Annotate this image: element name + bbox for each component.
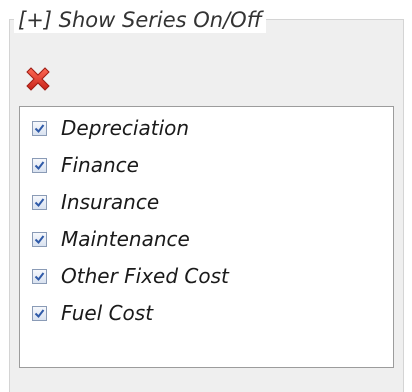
checkmark-icon — [34, 123, 45, 133]
series-checkbox-fuel-cost[interactable] — [32, 305, 47, 321]
checkmark-icon — [34, 160, 45, 170]
series-label: Fuel Cost — [61, 301, 154, 325]
series-label: Other Fixed Cost — [61, 264, 229, 288]
series-item-insurance[interactable]: Insurance — [32, 189, 159, 215]
series-item-fuel-cost[interactable]: Fuel Cost — [32, 300, 153, 326]
clear-all-button[interactable] — [23, 64, 53, 94]
series-label: Depreciation — [61, 116, 190, 140]
checkmark-icon — [34, 271, 45, 281]
series-checkbox-other-fixed-cost[interactable] — [32, 268, 47, 284]
series-checkbox-insurance[interactable] — [32, 194, 47, 210]
series-item-finance[interactable]: Finance — [32, 152, 139, 178]
series-label: Finance — [61, 153, 139, 177]
series-label: Maintenance — [61, 227, 190, 251]
panel-legend-toggle[interactable]: [+] Show Series On/Off — [14, 7, 266, 33]
series-list: Depreciation Finance Insurance Maintenan… — [19, 106, 394, 368]
series-item-maintenance[interactable]: Maintenance — [32, 226, 190, 252]
checkmark-icon — [34, 308, 45, 318]
series-checkbox-maintenance[interactable] — [32, 231, 47, 247]
series-checkbox-finance[interactable] — [32, 157, 47, 173]
series-item-depreciation[interactable]: Depreciation — [32, 115, 189, 141]
series-item-other-fixed-cost[interactable]: Other Fixed Cost — [32, 263, 229, 289]
series-checkbox-depreciation[interactable] — [32, 120, 47, 136]
series-label: Insurance — [61, 190, 160, 214]
checkmark-icon — [34, 234, 45, 244]
checkmark-icon — [34, 197, 45, 207]
red-x-icon — [23, 64, 53, 94]
